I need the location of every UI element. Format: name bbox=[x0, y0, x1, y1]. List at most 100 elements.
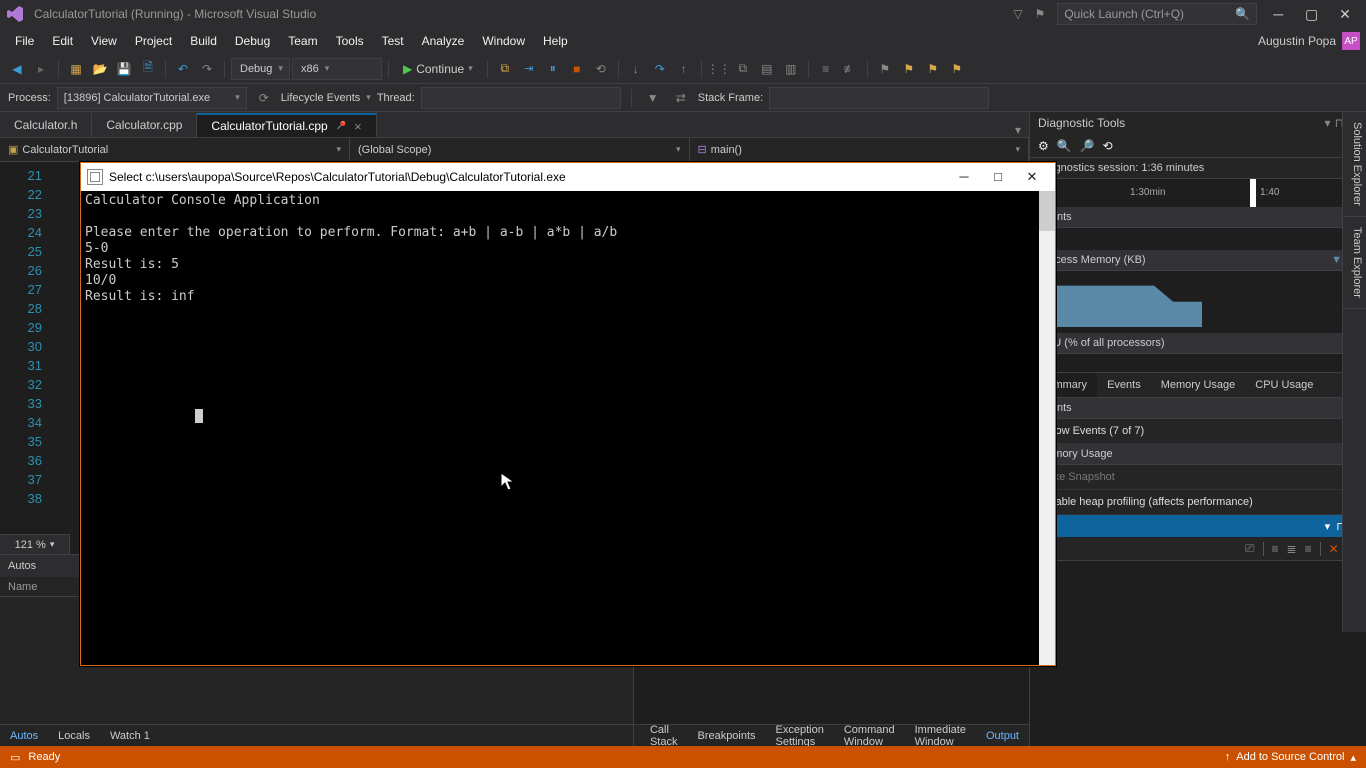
tab-calculator-cpp[interactable]: Calculator.cpp bbox=[92, 113, 197, 137]
nav-project-combo[interactable]: ▣ CalculatorTutorial▾ bbox=[0, 138, 350, 161]
signed-in-user[interactable]: Augustin Popa AP bbox=[1258, 32, 1360, 50]
source-control-button[interactable]: ↑ Add to Source Control ▴ bbox=[1225, 751, 1356, 764]
tab-locals[interactable]: Locals bbox=[48, 725, 100, 746]
stop-next-icon[interactable]: ⇥ bbox=[518, 58, 540, 80]
diag-dropdown-icon[interactable]: ▾ bbox=[1325, 116, 1331, 130]
diag-tool-icon-1[interactable]: ⎚ bbox=[1245, 541, 1255, 556]
navigate-back-icon[interactable]: ◀ bbox=[6, 58, 28, 80]
tab-watch1[interactable]: Watch 1 bbox=[100, 725, 160, 746]
dtab-events[interactable]: Events bbox=[1097, 373, 1151, 397]
toolbar-icon-2[interactable]: ⧉ bbox=[732, 58, 754, 80]
menu-team[interactable]: Team bbox=[279, 31, 326, 51]
zoom-level[interactable]: 121 % ▾ bbox=[0, 534, 70, 554]
continue-button[interactable]: ▶Continue▾ bbox=[395, 58, 481, 80]
diag-reset-icon[interactable]: ⟲ bbox=[1103, 139, 1113, 153]
lifecycle-icon[interactable]: ⟳ bbox=[253, 87, 275, 109]
notifications-icon[interactable]: ▽ bbox=[1013, 7, 1022, 21]
threads-icon[interactable]: ⇄ bbox=[670, 87, 692, 109]
menu-analyze[interactable]: Analyze bbox=[413, 31, 474, 51]
tab-exception-settings[interactable]: Exception Settings bbox=[766, 725, 834, 746]
pause-icon[interactable]: ⏸ bbox=[542, 58, 564, 80]
menu-edit[interactable]: Edit bbox=[43, 31, 82, 51]
comment-icon[interactable]: ≡ bbox=[815, 58, 837, 80]
tabs-dropdown-icon[interactable]: ▾ bbox=[1007, 123, 1029, 137]
maximize-button[interactable]: ▢ bbox=[1297, 6, 1327, 23]
tab-autos[interactable]: Autos bbox=[0, 725, 48, 746]
console-scrollbar[interactable] bbox=[1039, 191, 1055, 665]
feedback-flag-icon[interactable]: ⚑ bbox=[1035, 7, 1046, 21]
restart-icon[interactable]: ⟲ bbox=[590, 58, 612, 80]
toolbar-icon-3[interactable]: ▤ bbox=[756, 58, 778, 80]
diag-tool-icon-3[interactable]: ≣ bbox=[1287, 542, 1297, 556]
tab-command-window[interactable]: Command Window bbox=[834, 725, 905, 746]
console-output[interactable]: Calculator Console Application Please en… bbox=[81, 191, 1055, 665]
pin-icon[interactable]: 📍 bbox=[332, 118, 349, 135]
uncomment-icon[interactable]: ≢ bbox=[839, 58, 861, 80]
stackframe-combo[interactable] bbox=[769, 87, 989, 109]
rail-solution-explorer[interactable]: Solution Explorer bbox=[1343, 112, 1366, 217]
menu-test[interactable]: Test bbox=[373, 31, 413, 51]
menu-view[interactable]: View bbox=[82, 31, 126, 51]
nav-scope-combo[interactable]: (Global Scope)▾ bbox=[350, 138, 690, 161]
menu-help[interactable]: Help bbox=[534, 31, 577, 51]
tab-call-stack[interactable]: Call Stack bbox=[640, 725, 688, 746]
step-out-icon[interactable]: ↑ bbox=[673, 58, 695, 80]
rail-team-explorer[interactable]: Team Explorer bbox=[1343, 217, 1366, 309]
diag-tool-icon-2[interactable]: ≡ bbox=[1272, 542, 1279, 556]
bookmark-icon[interactable]: ⚑ bbox=[874, 58, 896, 80]
undo-icon[interactable]: ↶ bbox=[172, 58, 194, 80]
diag-tool-icon-4[interactable]: ≡ bbox=[1305, 542, 1312, 556]
tab-immediate-window[interactable]: Immediate Window bbox=[905, 725, 976, 746]
thread-combo[interactable] bbox=[421, 87, 621, 109]
process-combo[interactable]: [13896] CalculatorTutorial.exe▾ bbox=[57, 87, 247, 109]
open-file-icon[interactable]: 📂 bbox=[89, 58, 111, 80]
tab-close-icon[interactable]: × bbox=[354, 119, 362, 134]
close-button[interactable]: ✕ bbox=[1330, 6, 1360, 23]
toolbar-icon-1[interactable]: ⋮⋮ bbox=[708, 58, 730, 80]
console-close-button[interactable]: ✕ bbox=[1015, 169, 1049, 185]
save-all-icon[interactable]: 🗎 bbox=[137, 58, 159, 80]
minimize-button[interactable]: ─ bbox=[1263, 6, 1293, 22]
dtab-memory[interactable]: Memory Usage bbox=[1151, 373, 1246, 397]
step-over-icon[interactable]: ↷ bbox=[649, 58, 671, 80]
step-into-icon[interactable]: ↓ bbox=[625, 58, 647, 80]
diag-zoom-in-icon[interactable]: 🔍 bbox=[1057, 139, 1072, 153]
bookmark-prev-icon[interactable]: ⚑ bbox=[922, 58, 944, 80]
navigate-fwd-icon[interactable]: ▸ bbox=[30, 58, 52, 80]
filter-icon[interactable]: ▼ bbox=[642, 87, 664, 109]
tab-calculator-h[interactable]: Calculator.h bbox=[0, 113, 92, 137]
tab-calculatortutorial-cpp[interactable]: CalculatorTutorial.cpp 📍 × bbox=[197, 113, 376, 137]
tab-breakpoints[interactable]: Breakpoints bbox=[687, 725, 765, 746]
break-all-icon[interactable]: ⧉ bbox=[494, 58, 516, 80]
configuration-combo[interactable]: Debug▾ bbox=[231, 58, 290, 80]
menu-debug[interactable]: Debug bbox=[226, 31, 279, 51]
tab-output[interactable]: Output bbox=[976, 725, 1029, 746]
dtab-cpu[interactable]: CPU Usage bbox=[1245, 373, 1323, 397]
diag-take-snapshot[interactable]: Take Snapshot bbox=[1030, 465, 1366, 490]
console-window[interactable]: Select c:\users\aupopa\Source\Repos\Calc… bbox=[80, 162, 1056, 666]
bookmark-folder-icon[interactable]: ⚑ bbox=[898, 58, 920, 80]
redo-icon[interactable]: ↷ bbox=[196, 58, 218, 80]
nav-function-combo[interactable]: ⊟ main()▾ bbox=[690, 138, 1030, 161]
menu-file[interactable]: File bbox=[6, 31, 43, 51]
bookmark-next-icon[interactable]: ⚑ bbox=[946, 58, 968, 80]
stop-debug-icon[interactable]: ■ bbox=[566, 58, 588, 80]
menu-tools[interactable]: Tools bbox=[327, 31, 373, 51]
quick-launch-input[interactable]: Quick Launch (Ctrl+Q) 🔍 bbox=[1057, 3, 1257, 25]
save-icon[interactable]: 💾 bbox=[113, 58, 135, 80]
menu-project[interactable]: Project bbox=[126, 31, 181, 51]
diag-bar-dropdown-icon[interactable]: ▾ bbox=[1325, 520, 1331, 533]
menu-window[interactable]: Window bbox=[473, 31, 534, 51]
console-minimize-button[interactable]: ─ bbox=[947, 169, 981, 185]
new-project-icon[interactable]: ▦ bbox=[65, 58, 87, 80]
platform-combo[interactable]: x86▾ bbox=[292, 58, 382, 80]
diag-settings-icon[interactable]: ⚙ bbox=[1038, 139, 1049, 153]
diag-heap-profiling[interactable]: Enable heap profiling (affects performan… bbox=[1030, 490, 1366, 515]
diag-zoom-out-icon[interactable]: 🔎 bbox=[1080, 139, 1095, 153]
diag-tool-icon-5[interactable]: ✕ bbox=[1329, 542, 1339, 556]
diag-show-events[interactable]: Show Events (7 of 7) bbox=[1030, 419, 1366, 444]
console-maximize-button[interactable]: □ bbox=[981, 169, 1015, 185]
menu-build[interactable]: Build bbox=[181, 31, 226, 51]
console-titlebar[interactable]: Select c:\users\aupopa\Source\Repos\Calc… bbox=[81, 163, 1055, 191]
toolbar-icon-4[interactable]: ▥ bbox=[780, 58, 802, 80]
